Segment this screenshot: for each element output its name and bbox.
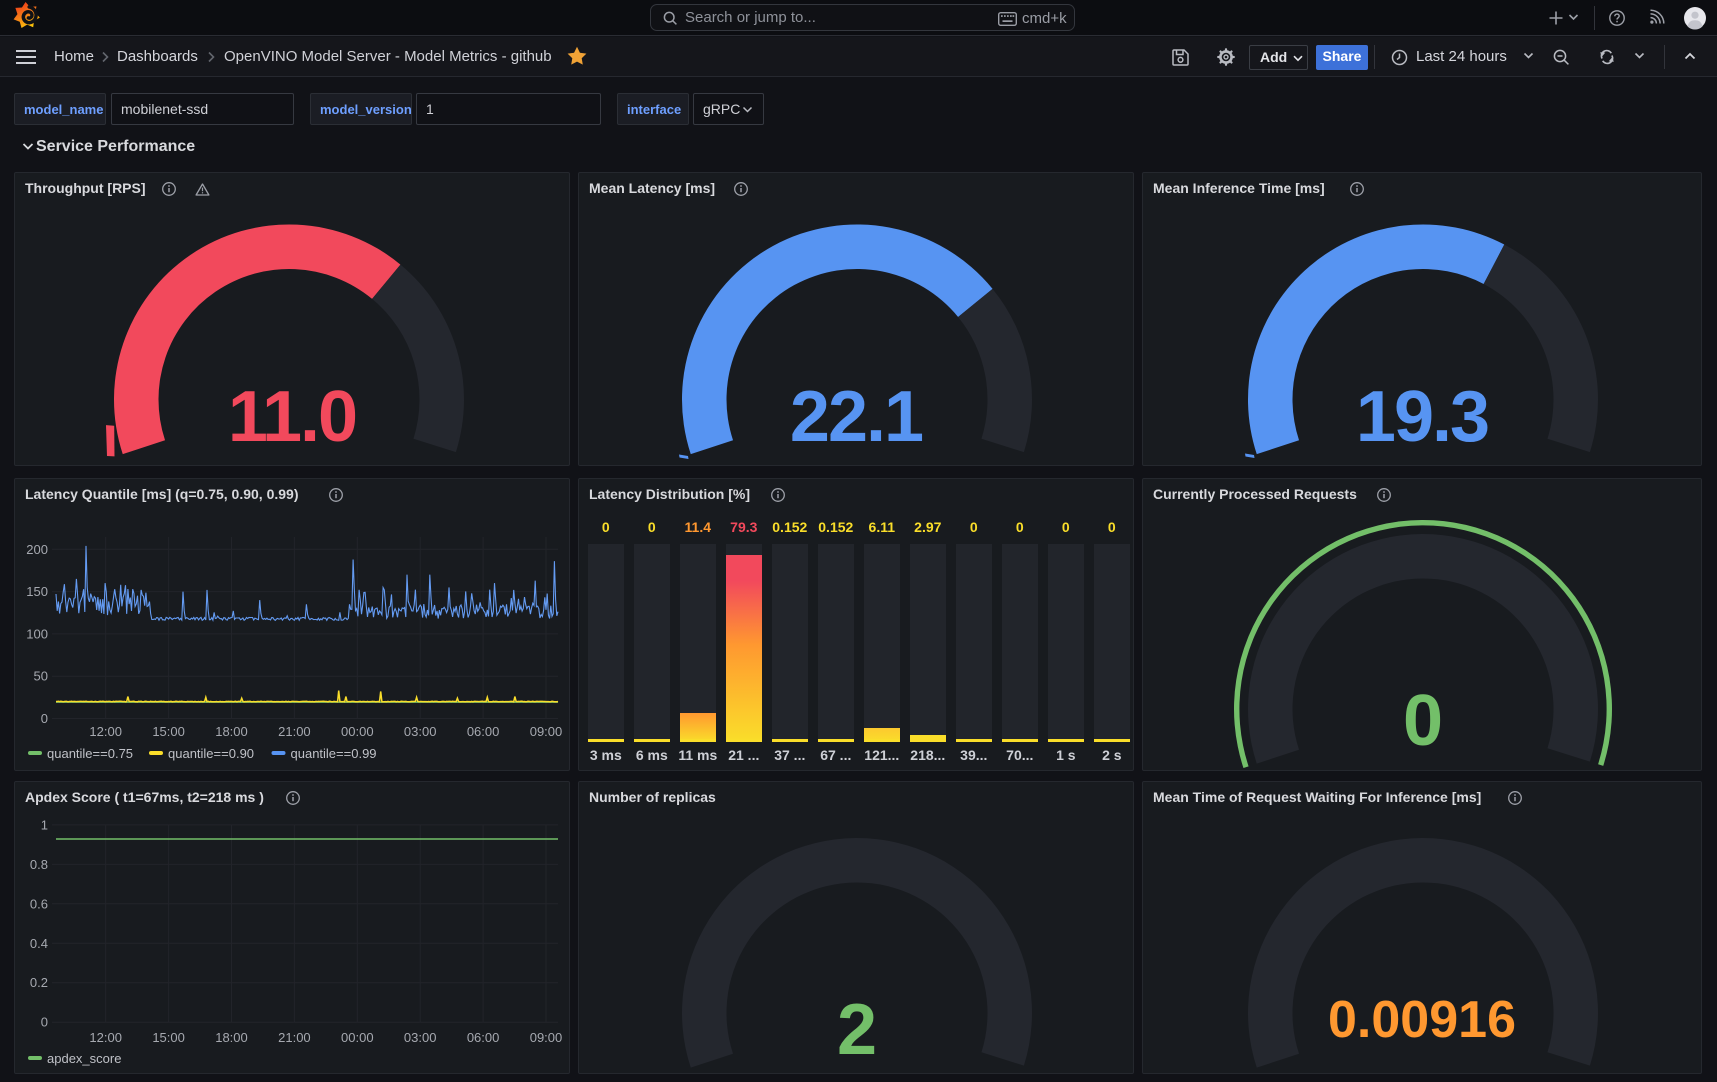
svg-text:15:00: 15:00 (152, 1030, 185, 1045)
svg-text:0: 0 (41, 711, 48, 726)
svg-text:00:00: 00:00 (341, 1030, 374, 1045)
svg-text:apdex_score: apdex_score (47, 1051, 121, 1066)
svg-text:18:00: 18:00 (215, 1030, 248, 1045)
svg-text:0.6: 0.6 (30, 896, 48, 911)
svg-text:09:00: 09:00 (530, 724, 563, 739)
svg-text:200: 200 (26, 541, 48, 556)
svg-text:quantile==0.90: quantile==0.90 (168, 746, 254, 761)
svg-text:0.2: 0.2 (30, 975, 48, 990)
svg-text:00:00: 00:00 (341, 724, 374, 739)
svg-text:0: 0 (41, 1014, 48, 1029)
svg-text:06:00: 06:00 (467, 724, 500, 739)
svg-text:quantile==0.99: quantile==0.99 (291, 746, 377, 761)
svg-text:12:00: 12:00 (89, 724, 122, 739)
svg-text:quantile==0.75: quantile==0.75 (47, 746, 133, 761)
svg-text:0.8: 0.8 (30, 856, 48, 871)
svg-text:03:00: 03:00 (404, 724, 437, 739)
svg-text:18:00: 18:00 (215, 724, 248, 739)
svg-text:21:00: 21:00 (278, 724, 311, 739)
svg-text:50: 50 (34, 668, 48, 683)
svg-text:0.4: 0.4 (30, 935, 48, 950)
svg-text:1: 1 (41, 817, 48, 832)
svg-text:100: 100 (26, 626, 48, 641)
svg-text:03:00: 03:00 (404, 1030, 437, 1045)
svg-text:12:00: 12:00 (89, 1030, 122, 1045)
svg-text:15:00: 15:00 (152, 724, 185, 739)
svg-text:21:00: 21:00 (278, 1030, 311, 1045)
svg-text:09:00: 09:00 (530, 1030, 563, 1045)
svg-text:150: 150 (26, 584, 48, 599)
svg-text:06:00: 06:00 (467, 1030, 500, 1045)
